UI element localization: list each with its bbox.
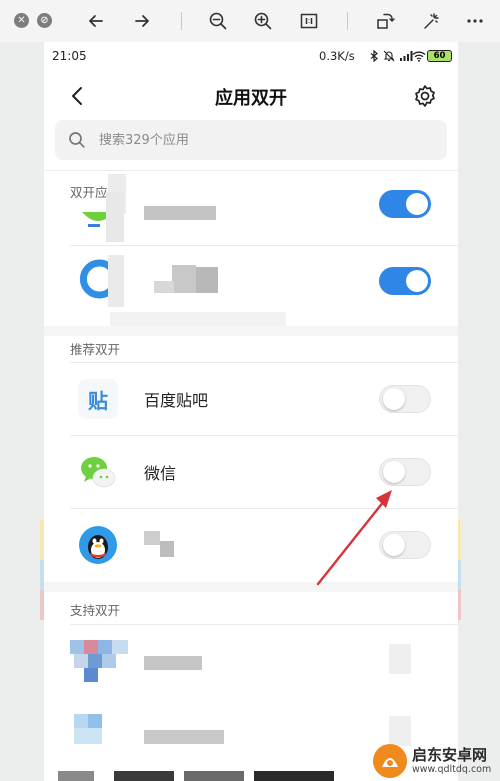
section-divider-band xyxy=(44,326,458,336)
wifi-icon xyxy=(412,51,426,62)
pixelated-app-icon xyxy=(74,728,102,744)
signal-icon xyxy=(400,51,413,61)
pixelated-app-name xyxy=(154,281,174,293)
section-label-recommended: 推荐双开 xyxy=(70,342,121,357)
phone-screen: 21:05 0.3K/s 60 应用双开 双开应 xyxy=(44,42,458,781)
rotate-icon[interactable] xyxy=(373,9,397,33)
pixelated-toggle xyxy=(389,644,411,674)
battery-icon: 60 xyxy=(427,50,452,62)
watermark-url: www.qdltdq.com xyxy=(412,764,492,775)
battery-level: 60 xyxy=(433,51,446,61)
zoom-out-icon[interactable] xyxy=(206,9,230,33)
toggle-knob xyxy=(383,461,405,483)
pixelated-app-icon xyxy=(88,654,102,668)
pixelated-app-icon xyxy=(74,714,88,728)
toggle-knob xyxy=(406,193,428,215)
status-bar: 21:05 0.3K/s 60 xyxy=(44,42,458,72)
app-name: 百度贴吧 xyxy=(144,391,209,410)
app-icon-baidu-tieba: 贴 xyxy=(78,379,118,419)
list-item xyxy=(44,245,458,317)
pixelated-app-icon xyxy=(112,640,128,654)
list-item-baidu-tieba: 贴 百度贴吧 xyxy=(44,363,458,435)
toggle-knob xyxy=(383,388,405,410)
title-bar: 应用双开 xyxy=(44,72,458,120)
search-input[interactable] xyxy=(99,120,429,160)
search-bar[interactable] xyxy=(55,120,447,160)
net-speed: 0.3K/s xyxy=(319,49,355,63)
section-label-supported: 支持双开 xyxy=(70,603,121,618)
pixelated-app-name xyxy=(196,267,218,293)
watermark-brand: 启东安卓网 xyxy=(412,746,488,764)
pixelated-mask xyxy=(110,312,286,326)
bluetooth-icon xyxy=(370,50,378,62)
pixelated-mask xyxy=(58,771,94,781)
divider xyxy=(44,170,458,171)
pixelated-app-name xyxy=(144,206,216,220)
mute-icon xyxy=(383,50,395,62)
page-title: 应用双开 xyxy=(215,88,287,109)
qq-penguin-icon xyxy=(79,526,117,564)
pixelated-app-name xyxy=(144,656,202,670)
annotation-arrow xyxy=(316,490,392,586)
pixelated-app-name xyxy=(172,265,196,293)
viewer-toolbar: ✕ ⊘ xyxy=(0,0,500,42)
pixelated-app-name xyxy=(144,730,224,744)
pixelated-mask xyxy=(106,192,124,242)
pixelated-app-icon xyxy=(70,640,84,654)
status-time: 21:05 xyxy=(52,49,87,63)
actual-size-icon[interactable] xyxy=(297,9,321,33)
close-window-icon[interactable]: ✕ xyxy=(14,13,29,28)
toggle-dual-app[interactable] xyxy=(379,190,431,218)
pixelated-app-name xyxy=(160,541,174,557)
app-name: 微信 xyxy=(144,464,177,483)
toggle-dual-app[interactable] xyxy=(379,267,431,295)
toolbar-divider xyxy=(347,12,348,30)
row-divider xyxy=(70,624,458,625)
pixelated-mask xyxy=(184,771,244,781)
pixelated-mask xyxy=(108,255,124,307)
pixelated-app-icon xyxy=(98,640,112,654)
pixelated-app-icon xyxy=(88,714,102,728)
pixelated-app-icon xyxy=(84,668,98,682)
wechat-icon xyxy=(78,452,118,492)
pixelated-mask xyxy=(254,771,334,781)
pixelated-app-name xyxy=(144,531,160,545)
arrow-left-icon[interactable] xyxy=(84,9,108,33)
toggle-dual-app[interactable] xyxy=(379,385,431,413)
watermark: 启东安卓网 www.qdltdq.com xyxy=(372,741,500,781)
watermark-logo-icon xyxy=(373,744,407,778)
pixelated-app-icon xyxy=(74,654,88,668)
arrow-right-icon[interactable] xyxy=(130,9,154,33)
gear-icon[interactable] xyxy=(411,82,439,110)
pixelated-app-icon xyxy=(84,640,98,654)
toggle-knob xyxy=(406,270,428,292)
search-icon xyxy=(69,132,85,148)
zoom-in-icon[interactable] xyxy=(251,9,275,33)
minimize-window-icon[interactable]: ⊘ xyxy=(37,13,52,28)
pixelated-mask xyxy=(114,771,174,781)
pixelated-app-icon xyxy=(102,654,116,668)
toolbar-divider xyxy=(181,12,182,30)
list-item xyxy=(44,172,458,244)
magic-wand-icon[interactable] xyxy=(419,9,443,33)
more-icon[interactable] xyxy=(463,9,487,33)
list-item xyxy=(44,626,458,698)
